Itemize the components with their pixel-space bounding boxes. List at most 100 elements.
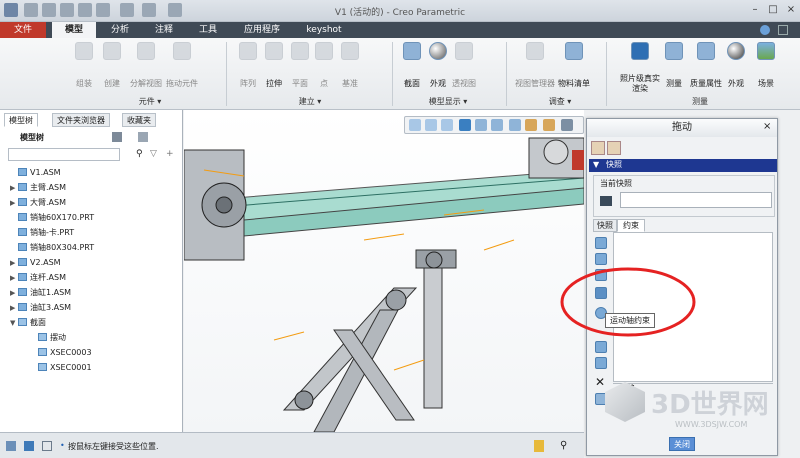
perspective-button[interactable]: 透视图: [444, 42, 484, 92]
tab-analysis[interactable]: 分析: [100, 22, 140, 38]
flag-icon[interactable]: [534, 440, 544, 452]
tree-item[interactable]: V1.ASM: [10, 165, 61, 180]
browser-icon[interactable]: [24, 441, 34, 451]
assembly-icon: [18, 273, 27, 281]
point-drag-icon[interactable]: [591, 141, 605, 155]
mass-icon: [697, 42, 715, 60]
status-message: 按鼠标左键接受这些位置.: [68, 442, 159, 451]
ribbon-minimize-icon[interactable]: [778, 25, 788, 35]
repaint-icon[interactable]: [459, 119, 471, 131]
drag-hand-icon: [173, 42, 191, 60]
zoom-out-icon[interactable]: [441, 119, 453, 131]
tab-tools[interactable]: 工具: [188, 22, 228, 38]
xsec-icon: [38, 348, 47, 356]
group-investigate[interactable]: 调查 ▾: [520, 96, 600, 108]
refit-icon[interactable]: [409, 119, 421, 131]
body-drag-icon[interactable]: [607, 141, 621, 155]
snapshot-section-header[interactable]: ▼ 快照: [589, 159, 777, 172]
drag-components-button[interactable]: 拖动元件: [162, 42, 202, 92]
watermark: 3D世界网 WWW.3DSJW.COM: [605, 380, 795, 440]
display-style-icon[interactable]: [475, 119, 487, 131]
fullscreen-icon[interactable]: [42, 441, 52, 451]
datum-button[interactable]: 基准: [330, 42, 370, 92]
model-tree-panel: 模型树 文件夹浏览器 收藏夹 模型树 ⚲ ▽ + V1.ASM ▶ 主臂.ASM …: [0, 110, 183, 432]
group-model-display[interactable]: 模型显示 ▾: [408, 96, 488, 108]
minimize-icon[interactable]: –: [748, 3, 762, 17]
dialog-title: 拖动: [587, 119, 777, 137]
watermark-url: WWW.3DSJW.COM: [675, 420, 748, 429]
part-icon: [18, 243, 27, 251]
enable-icon[interactable]: [595, 357, 607, 369]
tree-item[interactable]: 销轴60X170.PRT: [10, 210, 94, 225]
mechanism-model[interactable]: [184, 110, 584, 432]
zoom-in-icon[interactable]: [425, 119, 437, 131]
tab-snapshots[interactable]: 快照: [593, 219, 617, 232]
show-icon[interactable]: [138, 132, 148, 142]
current-snapshot-group: 当前快照: [593, 175, 775, 217]
assembly-icon: [18, 183, 27, 191]
group-separator: [506, 42, 507, 106]
tree-item[interactable]: ▶ 油缸1.ASM: [10, 285, 71, 300]
tree-item[interactable]: 销轴80X304.PRT: [10, 240, 94, 255]
maximize-icon[interactable]: □: [766, 3, 780, 17]
tab-annotate[interactable]: 注释: [144, 22, 184, 38]
tab-applications[interactable]: 应用程序: [234, 22, 290, 38]
tree-item[interactable]: 摆动: [30, 330, 66, 345]
tree-item[interactable]: ▶ V2.ASM: [10, 255, 61, 270]
section-folder-icon: [18, 318, 27, 326]
cube-logo-icon: [605, 382, 645, 422]
explode-view-button[interactable]: 分解视图: [126, 42, 166, 92]
group-separator: [226, 42, 227, 106]
close-icon[interactable]: ×: [784, 3, 798, 17]
tree-item[interactable]: 销轴-卡.PRT: [10, 225, 74, 240]
graphics-viewport[interactable]: [184, 110, 584, 432]
assembly-icon: [18, 288, 27, 296]
tree-header: 模型树: [20, 133, 44, 142]
delete-icon[interactable]: ✕: [595, 375, 605, 389]
help-icon[interactable]: [760, 25, 770, 35]
tree-item[interactable]: ▶ 连杆.ASM: [10, 270, 66, 285]
search-input[interactable]: [8, 148, 120, 161]
spin-center-icon[interactable]: [561, 119, 573, 131]
add-icon[interactable]: +: [166, 149, 174, 159]
assembly-icon: [18, 198, 27, 206]
find-icon[interactable]: ⚲: [136, 149, 143, 159]
tab-folder-browser[interactable]: 文件夹浏览器: [52, 113, 110, 127]
tree-item[interactable]: ▼ 截面: [10, 315, 46, 330]
snapshot-name-input[interactable]: [620, 192, 772, 208]
group-separator: [606, 42, 607, 106]
filter-icon[interactable]: ▽: [150, 149, 157, 159]
bom-button[interactable]: 物料清单: [552, 42, 596, 92]
tree-item[interactable]: ▶ 主臂.ASM: [10, 180, 66, 195]
tab-keyshot[interactable]: keyshot: [296, 22, 352, 38]
annotation-display-icon[interactable]: [543, 119, 555, 131]
view-toolbar: [404, 116, 584, 134]
tab-favorites[interactable]: 收藏夹: [122, 113, 156, 127]
find-icon[interactable]: ⚲: [560, 440, 567, 451]
tree-item[interactable]: XSEC0003: [30, 345, 92, 360]
toggle-navigator-icon[interactable]: [6, 441, 16, 451]
tree-item[interactable]: XSEC0001: [30, 360, 92, 375]
part-icon: [18, 228, 27, 236]
tab-file[interactable]: 文件: [0, 22, 46, 38]
dialog-close-icon[interactable]: ×: [763, 121, 771, 132]
group-component[interactable]: 元件 ▾: [110, 96, 190, 108]
tree-item[interactable]: ▶ 大臂.ASM: [10, 195, 66, 210]
tab-model[interactable]: 模型: [52, 22, 96, 38]
status-bullet: •: [60, 441, 65, 450]
perspective-icon: [455, 42, 473, 60]
view-manager-icon[interactable]: [509, 119, 521, 131]
tab-model-tree[interactable]: 模型树: [4, 113, 38, 127]
group-datum[interactable]: 建立 ▾: [270, 96, 350, 108]
datum-display-icon[interactable]: [525, 119, 537, 131]
saved-orientations-icon[interactable]: [491, 119, 503, 131]
scene-button[interactable]: 场景: [746, 42, 786, 92]
ribbon-tab-bar: 文件 模型 分析 注释 工具 应用程序 keyshot: [0, 22, 800, 38]
xsec-icon: [38, 363, 47, 371]
settings-icon[interactable]: [112, 132, 122, 142]
camera-icon[interactable]: [600, 196, 612, 206]
tab-constraints[interactable]: 约束: [617, 219, 645, 232]
tree-item[interactable]: ▶ 油缸3.ASM: [10, 300, 71, 315]
fix-constraint-icon[interactable]: [595, 341, 607, 353]
align-constraint-icon[interactable]: [595, 237, 607, 249]
